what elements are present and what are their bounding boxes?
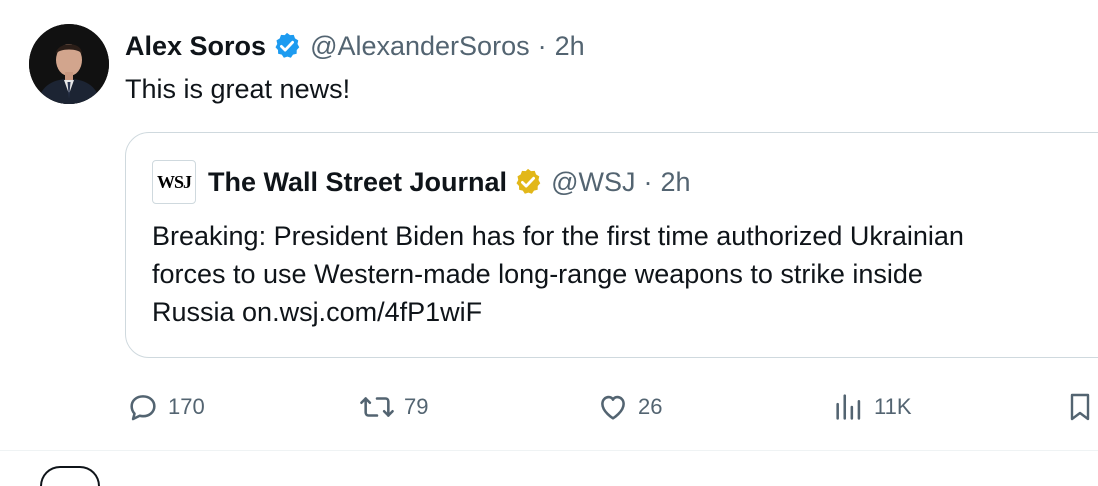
like-button[interactable]: 26	[596, 390, 662, 424]
next-tweet-avatar[interactable]	[40, 466, 100, 486]
reply-button[interactable]: 170	[126, 390, 205, 424]
views-icon	[836, 394, 861, 420]
quote-author-name[interactable]: The Wall Street Journal	[208, 167, 507, 198]
author-name[interactable]: Alex Soros	[125, 31, 266, 62]
quoted-tweet-card[interactable]: WSJ The Wall Street Journal @WSJ · 2h Br…	[125, 132, 1098, 358]
avatar-photo	[29, 24, 109, 104]
bookmark-icon	[1070, 393, 1090, 421]
author-handle[interactable]: @AlexanderSoros	[310, 31, 530, 62]
wsj-logo[interactable]: WSJ	[152, 160, 196, 204]
author-avatar[interactable]	[29, 24, 109, 104]
quote-author-handle[interactable]: @WSJ	[551, 167, 635, 198]
quote-text: Breaking: President Biden has for the fi…	[152, 221, 964, 327]
view-count: 11K	[874, 394, 912, 419]
tweet-divider	[0, 450, 1098, 451]
tweet-timestamp[interactable]: 2h	[555, 31, 585, 62]
bookmark-button[interactable]	[1064, 390, 1096, 424]
gold-verified-badge-icon[interactable]	[513, 167, 543, 197]
quote-separator-dot: ·	[643, 166, 653, 197]
repost-count: 79	[404, 394, 429, 419]
views-button[interactable]: 11K	[832, 390, 912, 424]
separator-dot: ·	[537, 30, 547, 61]
tweet-actions: 170 79 26 11K	[0, 382, 1098, 430]
quote-timestamp[interactable]: 2h	[660, 167, 690, 198]
reply-icon	[130, 395, 156, 421]
tweet-text: This is great news!	[125, 74, 351, 104]
tweet-header: Alex Soros @AlexanderSoros · 2h	[125, 26, 585, 66]
reply-count: 170	[168, 394, 205, 419]
like-count: 26	[638, 394, 663, 419]
like-icon	[601, 395, 625, 420]
quote-header: WSJ The Wall Street Journal @WSJ · 2h	[152, 160, 691, 204]
verified-badge-icon[interactable]	[272, 31, 302, 61]
repost-button[interactable]: 79	[358, 390, 428, 424]
repost-icon	[360, 397, 394, 417]
